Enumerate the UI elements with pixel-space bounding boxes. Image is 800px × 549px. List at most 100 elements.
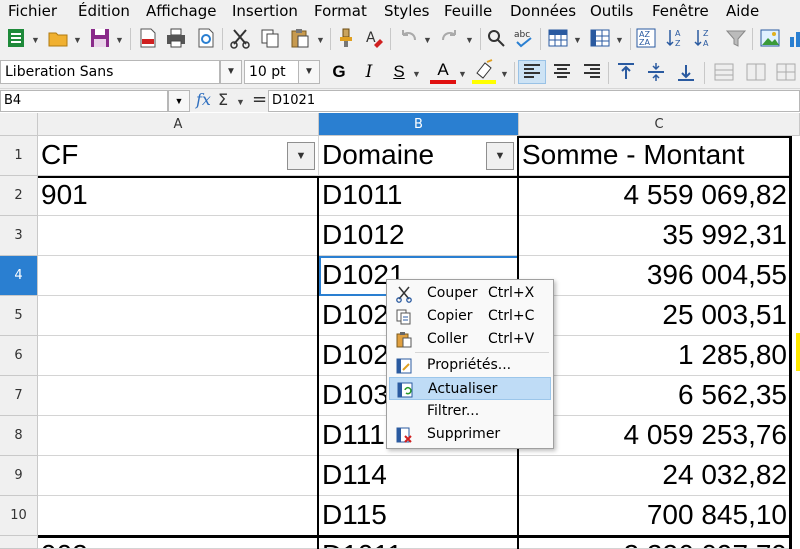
sum-dropdown-caret[interactable]: ▼ bbox=[236, 97, 245, 107]
cell-b9[interactable]: D114 bbox=[319, 456, 519, 496]
copy-icon[interactable] bbox=[258, 26, 282, 50]
cell-c7[interactable]: 6 562,35 bbox=[519, 376, 791, 416]
save-dropdown-caret[interactable]: ▼ bbox=[115, 35, 124, 45]
column-header-a[interactable]: A bbox=[38, 113, 319, 136]
menu-styles[interactable]: Styles bbox=[384, 2, 430, 20]
font-size-input[interactable]: 10 pt bbox=[244, 60, 300, 84]
menu-aide[interactable]: Aide bbox=[726, 2, 759, 20]
formula-input[interactable]: D1021 bbox=[268, 90, 800, 112]
menu-format[interactable]: Format bbox=[314, 2, 367, 20]
row-dropdown-caret[interactable]: ▼ bbox=[573, 35, 582, 45]
bold-button[interactable]: G bbox=[326, 60, 352, 84]
cell-a5[interactable] bbox=[38, 296, 319, 336]
formula-icon[interactable]: = bbox=[252, 89, 267, 110]
align-right-icon[interactable] bbox=[578, 60, 606, 84]
font-size-dropdown-icon[interactable]: ▼ bbox=[298, 60, 320, 84]
cell-a4[interactable] bbox=[38, 256, 319, 296]
unmerge-cells-icon[interactable] bbox=[772, 60, 800, 84]
row-header-2[interactable]: 2 bbox=[0, 176, 38, 216]
cell-c9[interactable]: 24 032,82 bbox=[519, 456, 791, 496]
menu-item-coller[interactable]: Coller Ctrl+V bbox=[389, 328, 551, 351]
cut-icon[interactable] bbox=[228, 26, 252, 50]
cell-c8[interactable]: 4 059 253,76 bbox=[519, 416, 791, 456]
wrap-text-icon[interactable] bbox=[710, 60, 738, 84]
cell-c4[interactable]: 396 004,55 bbox=[519, 256, 791, 296]
cell-a9[interactable] bbox=[38, 456, 319, 496]
font-color-dropdown-caret[interactable]: ▼ bbox=[458, 69, 467, 79]
menu-item-copier[interactable]: Copier Ctrl+C bbox=[389, 305, 551, 328]
font-name-dropdown-icon[interactable]: ▼ bbox=[220, 60, 242, 84]
cell-a6[interactable] bbox=[38, 336, 319, 376]
menu-feuille[interactable]: Feuille bbox=[444, 2, 492, 20]
cell-a10[interactable] bbox=[38, 496, 319, 536]
menu-item-couper[interactable]: Couper Ctrl+X bbox=[389, 282, 551, 305]
underline-button[interactable]: S bbox=[386, 60, 412, 84]
print-icon[interactable] bbox=[164, 26, 188, 50]
open-dropdown-caret[interactable]: ▼ bbox=[73, 35, 82, 45]
find-replace-icon[interactable] bbox=[484, 26, 508, 50]
cell-b2[interactable]: D1011 bbox=[319, 176, 519, 216]
cell-c2[interactable]: 4 559 069,82 bbox=[519, 176, 791, 216]
italic-button[interactable]: I bbox=[356, 60, 382, 84]
sort-ascending-icon[interactable]: AZ bbox=[664, 26, 688, 50]
highlight-dropdown-caret[interactable]: ▼ bbox=[500, 69, 509, 79]
row-header-7[interactable]: 7 bbox=[0, 376, 38, 416]
paste-dropdown-caret[interactable]: ▼ bbox=[316, 35, 325, 45]
align-left-icon[interactable] bbox=[518, 60, 546, 84]
open-folder-icon[interactable] bbox=[46, 26, 70, 50]
menu-item-filtrer[interactable]: Filtrer... bbox=[389, 400, 551, 423]
menu-affichage[interactable]: Affichage bbox=[146, 2, 216, 20]
filter-dropdown-icon[interactable]: ▼ bbox=[486, 142, 514, 170]
menu-outils[interactable]: Outils bbox=[590, 2, 633, 20]
name-box-dropdown-icon[interactable]: ▼ bbox=[168, 90, 190, 112]
insert-chart-icon[interactable] bbox=[786, 26, 800, 50]
menu-donnees[interactable]: Données bbox=[510, 2, 576, 20]
cell-c3[interactable]: 35 992,31 bbox=[519, 216, 791, 256]
align-bottom-icon[interactable] bbox=[672, 60, 700, 84]
sort-icon[interactable]: AZ ZA bbox=[634, 26, 658, 50]
clone-formatting-icon[interactable] bbox=[334, 26, 358, 50]
spellcheck-icon[interactable]: abc bbox=[512, 26, 536, 50]
cell-a7[interactable] bbox=[38, 376, 319, 416]
row-header-3[interactable]: 3 bbox=[0, 216, 38, 256]
new-document-icon[interactable] bbox=[4, 26, 28, 50]
row-header-10[interactable]: 10 bbox=[0, 496, 38, 536]
print-preview-icon[interactable] bbox=[194, 26, 218, 50]
column-insert-icon[interactable] bbox=[588, 26, 612, 50]
row-insert-icon[interactable] bbox=[546, 26, 570, 50]
redo-icon[interactable] bbox=[438, 26, 462, 50]
row-header-1[interactable]: 1 bbox=[0, 136, 38, 176]
undo-dropdown-caret[interactable]: ▼ bbox=[423, 35, 432, 45]
align-center-icon[interactable] bbox=[548, 60, 576, 84]
cell-c10[interactable]: 700 845,10 bbox=[519, 496, 791, 536]
function-wizard-icon[interactable]: fx bbox=[196, 90, 211, 109]
select-all-corner[interactable] bbox=[0, 113, 38, 136]
menu-item-proprietes[interactable]: Propriétés... bbox=[389, 354, 551, 377]
column-header-c[interactable]: C bbox=[519, 113, 800, 136]
font-name-input[interactable]: Liberation Sans bbox=[0, 60, 220, 84]
menu-item-supprimer[interactable]: Supprimer bbox=[389, 423, 551, 446]
menu-fenetre[interactable]: Fenêtre bbox=[652, 2, 709, 20]
column-header-b[interactable]: B bbox=[319, 113, 519, 136]
row-header-11[interactable] bbox=[0, 536, 38, 549]
cell-b3[interactable]: D1012 bbox=[319, 216, 519, 256]
menu-fichier[interactable]: Fichier bbox=[8, 2, 57, 20]
redo-dropdown-caret[interactable]: ▼ bbox=[465, 35, 474, 45]
cell-a1[interactable]: CF bbox=[38, 136, 319, 176]
paste-icon[interactable] bbox=[288, 26, 312, 50]
autofilter-icon[interactable] bbox=[724, 26, 748, 50]
row-header-6[interactable]: 6 bbox=[0, 336, 38, 376]
highlight-color-icon[interactable] bbox=[472, 59, 496, 84]
menu-edition[interactable]: Édition bbox=[78, 2, 130, 20]
menu-insertion[interactable]: Insertion bbox=[232, 2, 298, 20]
row-header-9[interactable]: 9 bbox=[0, 456, 38, 496]
new-dropdown-caret[interactable]: ▼ bbox=[31, 35, 40, 45]
align-top-icon[interactable] bbox=[612, 60, 640, 84]
row-header-5[interactable]: 5 bbox=[0, 296, 38, 336]
cell-c5[interactable]: 25 003,51 bbox=[519, 296, 791, 336]
save-icon[interactable] bbox=[88, 26, 112, 50]
underline-dropdown-caret[interactable]: ▼ bbox=[412, 69, 421, 79]
row-header-8[interactable]: 8 bbox=[0, 416, 38, 456]
export-pdf-icon[interactable] bbox=[136, 26, 160, 50]
sum-icon[interactable]: Σ bbox=[218, 90, 228, 109]
